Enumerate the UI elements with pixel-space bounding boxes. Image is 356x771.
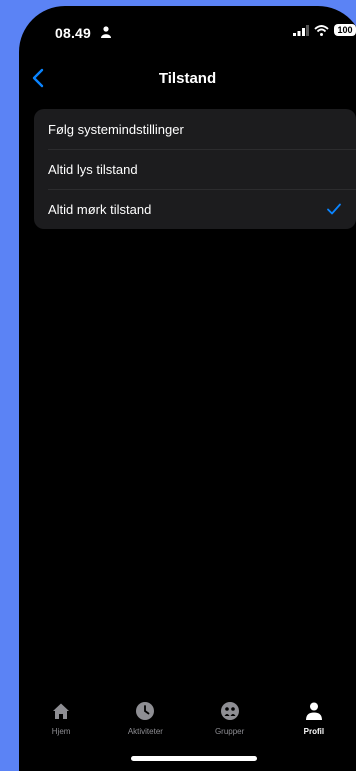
wifi-icon [314,24,329,36]
option-label: Følg systemindstillinger [48,121,184,137]
battery-icon: 100 [334,24,356,36]
option-follow-system[interactable]: Følg systemindstillinger [34,109,356,149]
status-right: 100 [293,24,356,36]
person-icon [305,702,322,720]
tab-label: Aktiviteter [127,727,163,736]
battery-level: 100 [337,25,353,35]
groups-icon [220,702,239,720]
clock-icon [136,702,155,720]
status-time: 08.49 [55,25,92,41]
tab-label: Grupper [214,727,245,736]
tab-label: Profil [303,727,325,736]
option-label: Altid mørk tilstand [48,201,152,217]
tab-home[interactable]: Hjem [19,692,103,752]
option-always-dark[interactable]: Altid mørk tilstand [34,189,356,229]
home-icon [53,703,70,719]
phone-screen: 08.49 100 Tilstand Følg systemindstillin… [19,6,356,771]
page-title: Tilstand [158,70,217,87]
tab-label: Hjem [51,727,71,736]
person-status-icon [101,26,111,38]
checkmark-icon [327,203,341,215]
option-always-light[interactable]: Altid lys tilstand [34,149,356,189]
home-indicator [131,756,257,761]
navigation-bar: Tilstand [19,56,356,100]
tab-bar: Hjem Aktiviteter Grupper Profil [19,692,356,752]
status-bar: 08.49 100 [19,6,356,56]
option-label: Altid lys tilstand [48,161,138,177]
signal-icon [293,24,309,36]
tab-profile[interactable]: Profil [272,692,356,752]
tab-activities[interactable]: Aktiviteter [103,692,187,752]
appearance-options-list: Følg systemindstillinger Altid lys tilst… [34,109,356,229]
tab-groups[interactable]: Grupper [188,692,272,752]
